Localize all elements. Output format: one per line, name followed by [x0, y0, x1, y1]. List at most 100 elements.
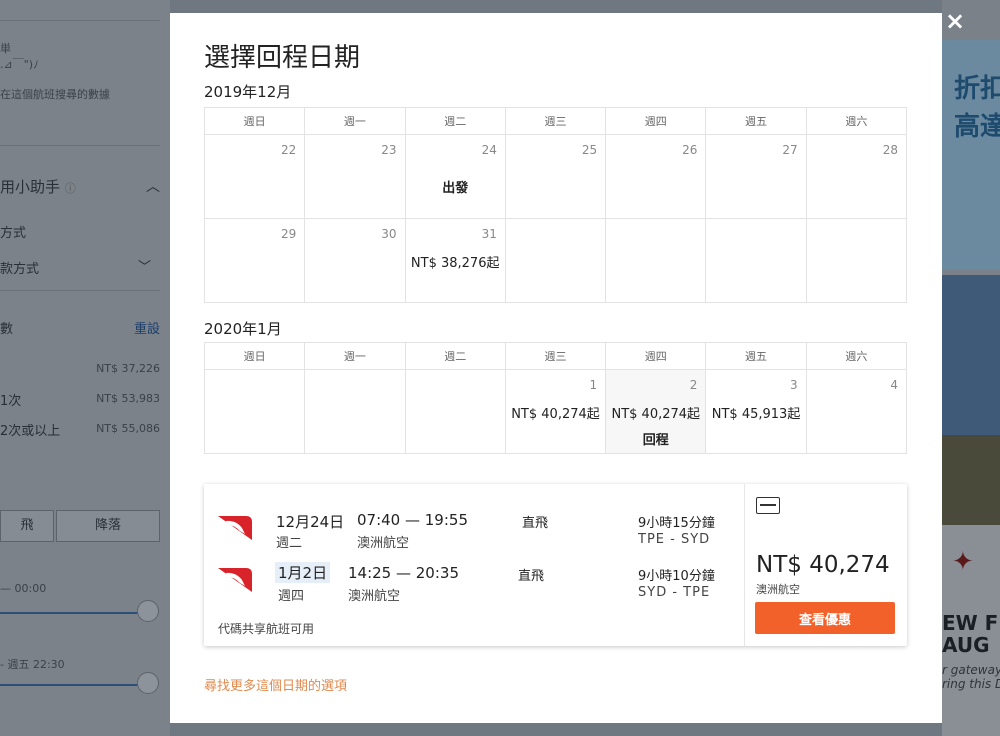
calendar-december-2019: 週日 週一 週二 週三 週四 週五 週六 22 23 24 出發 25 26 27… [203, 107, 908, 303]
maple-leaf-icon: ✦ [952, 547, 974, 577]
day-price: NT$ 40,274起 [611, 407, 701, 422]
day-number: 2 [689, 378, 698, 392]
day-number: 23 [381, 143, 397, 157]
weekday-header: 週日 [203, 107, 306, 135]
calendar-day-cell[interactable]: 27 [705, 134, 807, 219]
bg-stop-2[interactable]: 2次或以上 [0, 420, 60, 439]
weekday-header: 週一 [304, 107, 406, 135]
bg-slider-knob[interactable] [137, 672, 159, 694]
leg-time: 07:40 — 19:55 [357, 511, 468, 529]
month-label: 2020年1月 [204, 320, 282, 338]
calendar-day-cell-departure[interactable]: 24 出發 [404, 134, 506, 219]
calendar-day-cell[interactable]: 28 [805, 134, 908, 219]
bg-ad-text: AUG [942, 633, 990, 657]
day-number: 22 [281, 143, 297, 157]
day-number: 30 [381, 227, 397, 241]
calendar-empty-cell [404, 369, 506, 454]
bg-small-tag: 単 [0, 42, 11, 55]
weekday-header: 週四 [605, 342, 707, 370]
day-number: 29 [281, 227, 297, 241]
info-icon: ⓘ [64, 182, 76, 195]
calendar-week-row: 29 30 31 NT$ 38,276起 [203, 218, 908, 303]
bg-price-1: NT$ 53,983 [96, 392, 160, 405]
weekday-header: 週五 [705, 107, 807, 135]
bg-ad-banner[interactable]: 折扣 高達 [942, 40, 1000, 270]
bg-takeoff-button[interactable]: 飛 [0, 510, 54, 542]
bg-slider-knob[interactable] [137, 600, 159, 622]
fare-card-icon [756, 497, 780, 514]
bg-reset-link[interactable]: 重設 [134, 318, 160, 337]
day-number: 26 [682, 143, 698, 157]
weekday-header: 週一 [304, 342, 406, 370]
calendar-day-cell[interactable]: 4 [805, 369, 908, 454]
leg-airline: 澳洲航空 [357, 536, 410, 551]
day-price: NT$ 38,276起 [410, 256, 500, 271]
calendar-day-cell[interactable]: 1 NT$ 40,274起 [504, 369, 607, 454]
day-number: 25 [581, 143, 598, 157]
leg-airline: 澳洲航空 [348, 589, 401, 604]
bg-ad-text: EW F [942, 611, 999, 635]
weekday-header-row: 週日 週一 週二 週三 週四 週五 週六 [203, 342, 908, 370]
calendar-day-cell[interactable]: 3 NT$ 45,913起 [705, 369, 807, 454]
card-divider [744, 484, 745, 646]
weekday-header: 週三 [504, 107, 607, 135]
leg-date: 12月24日 [276, 513, 345, 531]
bg-pay-select[interactable]: 款方式 [0, 258, 39, 277]
day-number: 24 [481, 143, 497, 157]
calendar-empty-cell [504, 218, 607, 303]
leg-stops: 直飛 [518, 569, 545, 584]
flight-result-card[interactable]: 12月24日 週二 07:40 — 19:55 澳洲航空 直飛 9小時15分鐘 … [204, 484, 907, 646]
codeshare-note: 代碼共享航班可用 [218, 622, 315, 636]
calendar-empty-cell [805, 218, 908, 303]
day-number: 1 [589, 378, 598, 392]
calendar-day-cell[interactable]: 31 NT$ 38,276起 [404, 218, 506, 303]
calendar-empty-cell [203, 369, 306, 454]
bg-landing-button[interactable]: 降落 [56, 510, 160, 542]
modal-title: 選擇回程日期 [204, 43, 361, 73]
chevron-down-icon[interactable]: ﹀ [138, 256, 151, 275]
calendar-empty-cell [705, 218, 807, 303]
day-number: 3 [790, 378, 798, 392]
bg-ad-city-image[interactable] [942, 275, 1000, 525]
weekday-header: 週六 [805, 342, 908, 370]
bg-divider [0, 20, 160, 21]
calendar-day-cell[interactable]: 30 [304, 218, 406, 303]
bg-fragment-text: 在這個航班搜尋的數據 [0, 88, 110, 101]
calendar-empty-cell [605, 218, 707, 303]
return-tag: 回程 [642, 433, 669, 448]
leg-weekday: 週二 [276, 536, 303, 551]
bg-divider [0, 290, 160, 291]
calendar-day-cell[interactable]: 23 [304, 134, 406, 219]
bg-pay-label: 方式 [0, 226, 27, 241]
bg-ad-airline[interactable]: ✦ EW F AUG r gateway ring this D [942, 525, 1000, 736]
total-price: NT$ 40,274 [756, 552, 890, 578]
calendar-week-row: 1 NT$ 40,274起 2 NT$ 40,274起 回程 3 NT$ 45,913起… [203, 369, 908, 454]
background-ad-column: 折扣 高達 ✦ EW F AUG r gateway ring this D [942, 0, 1000, 736]
weekday-header: 週六 [805, 107, 908, 135]
return-date-modal: 選擇回程日期 2019年12月 週日 週一 週二 週三 週四 週五 週六 22 … [170, 13, 942, 723]
calendar-day-cell[interactable]: 22 [203, 134, 306, 219]
bg-ad-text: r gateway [942, 663, 1000, 677]
background-filter-panel: 単 .⊿￣")ﾉ 在這個航班搜尋的數據 用小助手 ⓘ ︿ 方式 款方式 ﹀ 數 … [0, 0, 170, 736]
bg-divider [0, 145, 160, 146]
close-icon[interactable]: × [942, 8, 968, 34]
leg-route: TPE - SYD [638, 532, 711, 547]
weekday-header: 週四 [605, 107, 707, 135]
day-number: 28 [882, 143, 898, 157]
chevron-up-icon[interactable]: ︿ [146, 176, 160, 196]
calendar-day-cell[interactable]: 29 [203, 218, 306, 303]
calendar-january-2020: 週日 週一 週二 週三 週四 週五 週六 1 NT$ 40,274起 2 NT$ 4… [203, 342, 908, 454]
calendar-day-cell-return[interactable]: 2 NT$ 40,274起 回程 [605, 369, 707, 454]
view-deal-button[interactable]: 查看優惠 [755, 602, 895, 634]
day-number: 31 [481, 227, 497, 241]
bg-ad-skyline [942, 435, 1000, 525]
calendar-day-cell[interactable]: 25 [504, 134, 607, 219]
calendar-week-row: 22 23 24 出發 25 26 27 28 [203, 134, 908, 219]
weekday-header: 週日 [203, 342, 306, 370]
calendar-day-cell[interactable]: 26 [605, 134, 707, 219]
bg-helper-title: 用小助手 ⓘ [0, 176, 76, 197]
bg-stop-1[interactable]: 1次 [0, 390, 21, 409]
qantas-logo-icon [218, 568, 252, 592]
leg-route: SYD - TPE [638, 585, 711, 600]
more-options-link[interactable]: 尋找更多這個日期的選項 [204, 675, 347, 694]
